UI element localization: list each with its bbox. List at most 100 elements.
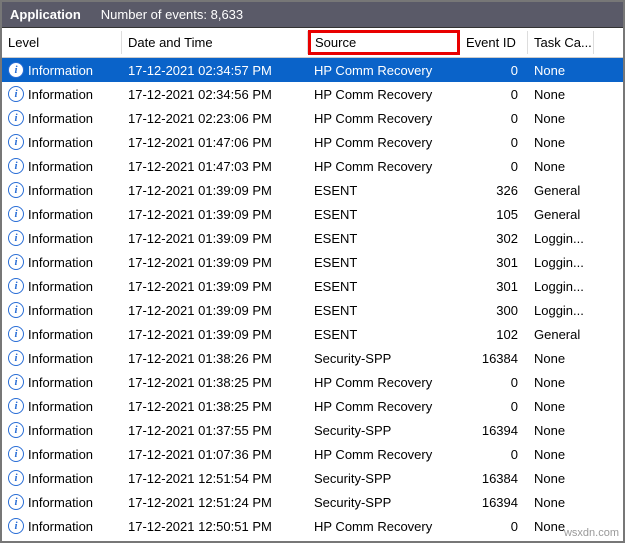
cell-date: 17-12-2021 12:51:24 PM bbox=[122, 493, 308, 512]
table-row[interactable]: iInformation17-12-2021 01:47:06 PMHP Com… bbox=[2, 130, 623, 154]
cell-date: 17-12-2021 01:47:03 PM bbox=[122, 157, 308, 176]
table-row[interactable]: iInformation17-12-2021 01:39:09 PMESENT3… bbox=[2, 298, 623, 322]
table-row[interactable]: iInformation17-12-2021 01:38:25 PMHP Com… bbox=[2, 370, 623, 394]
level-text: Information bbox=[28, 495, 93, 510]
table-row[interactable]: iInformation17-12-2021 01:39:09 PMESENT1… bbox=[2, 202, 623, 226]
cell-event-id: 302 bbox=[460, 229, 528, 248]
cell-level: i Information bbox=[2, 492, 122, 512]
cell-event-id: 301 bbox=[460, 277, 528, 296]
cell-task: Loggin... bbox=[528, 229, 594, 248]
level-text: Information bbox=[28, 255, 93, 270]
table-row[interactable]: iInformation17-12-2021 01:47:03 PMHP Com… bbox=[2, 154, 623, 178]
info-icon: i bbox=[8, 134, 24, 150]
cell-task: None bbox=[528, 157, 594, 176]
cell-event-id: 326 bbox=[460, 181, 528, 200]
cell-level: iInformation bbox=[2, 324, 122, 344]
info-icon: i bbox=[8, 470, 24, 486]
cell-source: ESENT bbox=[308, 277, 460, 296]
cell-date: 17-12-2021 01:38:25 PM bbox=[122, 373, 308, 392]
table-row[interactable]: iInformation17-12-2021 01:39:09 PMESENT1… bbox=[2, 322, 623, 346]
cell-event-id: 300 bbox=[460, 301, 528, 320]
column-source[interactable]: Source bbox=[308, 30, 460, 55]
level-text: Information bbox=[28, 519, 93, 534]
table-row[interactable]: iInformation17-12-2021 01:38:26 PMSecuri… bbox=[2, 346, 623, 370]
cell-date: 17-12-2021 01:39:09 PM bbox=[122, 205, 308, 224]
table-row[interactable]: iInformation17-12-2021 02:34:56 PMHP Com… bbox=[2, 82, 623, 106]
cell-level: iInformation bbox=[2, 84, 122, 104]
cell-level: iInformation bbox=[2, 252, 122, 272]
table-row[interactable]: iInformation17-12-2021 02:34:57 PMHP Com… bbox=[2, 58, 623, 82]
column-date[interactable]: Date and Time bbox=[122, 31, 308, 54]
cell-date: 17-12-2021 02:23:06 PM bbox=[122, 109, 308, 128]
level-text: Information bbox=[28, 399, 93, 414]
cell-date: 17-12-2021 01:38:25 PM bbox=[122, 397, 308, 416]
cell-source: ESENT bbox=[308, 253, 460, 272]
table-row[interactable]: iInformation17-12-2021 12:51:54 PMSecuri… bbox=[2, 466, 623, 490]
cell-event-id: 0 bbox=[460, 517, 528, 536]
cell-task: None bbox=[528, 133, 594, 152]
cell-level: iInformation bbox=[2, 108, 122, 128]
cell-source: HP Comm Recovery bbox=[308, 397, 460, 416]
table-row[interactable]: iInformation17-12-2021 12:51:24 PMSecuri… bbox=[2, 490, 623, 514]
info-icon: i bbox=[8, 350, 24, 366]
cell-level: iInformation bbox=[2, 228, 122, 248]
info-icon: i bbox=[8, 230, 24, 246]
info-icon: i bbox=[8, 494, 24, 510]
table-row[interactable]: iInformation17-12-2021 01:39:09 PMESENT3… bbox=[2, 250, 623, 274]
table-row[interactable]: iInformation17-12-2021 12:50:51 PMHP Com… bbox=[2, 514, 623, 538]
level-text: Information bbox=[28, 351, 93, 366]
cell-task: Loggin... bbox=[528, 253, 594, 272]
table-row[interactable]: iInformation17-12-2021 01:39:09 PMESENT3… bbox=[2, 226, 623, 250]
cell-date: 17-12-2021 01:38:26 PM bbox=[122, 349, 308, 368]
cell-date: 17-12-2021 01:37:55 PM bbox=[122, 421, 308, 440]
cell-event-id: 0 bbox=[460, 109, 528, 128]
table-row[interactable]: iInformation17-12-2021 01:07:36 PMHP Com… bbox=[2, 442, 623, 466]
cell-task: None bbox=[528, 373, 594, 392]
info-icon: i bbox=[8, 446, 24, 462]
cell-date: 17-12-2021 02:34:57 PM bbox=[122, 61, 308, 80]
info-icon: i bbox=[8, 518, 24, 534]
table-row[interactable]: iInformation17-12-2021 01:37:55 PMSecuri… bbox=[2, 418, 623, 442]
table-row[interactable]: iInformation17-12-2021 02:23:06 PMHP Com… bbox=[2, 106, 623, 130]
cell-task: None bbox=[528, 493, 594, 512]
table-row[interactable]: iInformation17-12-2021 01:39:09 PMESENT3… bbox=[2, 274, 623, 298]
cell-event-id: 301 bbox=[460, 253, 528, 272]
cell-level: iInformation bbox=[2, 132, 122, 152]
info-icon: i bbox=[8, 62, 24, 78]
column-level[interactable]: Level bbox=[2, 31, 122, 54]
cell-task: General bbox=[528, 325, 594, 344]
cell-source: HP Comm Recovery bbox=[308, 109, 460, 128]
column-task[interactable]: Task Ca... bbox=[528, 31, 594, 54]
cell-task: None bbox=[528, 445, 594, 464]
table-row[interactable]: i Information 17-12-2021 01:38:25 PMHP Com… bbox=[2, 394, 623, 418]
cell-level: iInformation bbox=[2, 276, 122, 296]
info-icon: i bbox=[8, 398, 24, 414]
cell-level: iInformation bbox=[2, 204, 122, 224]
level-text: Information bbox=[28, 279, 93, 294]
cell-level: iInformation bbox=[2, 300, 122, 320]
cell-level: iInformation bbox=[2, 60, 122, 80]
log-header: Application Number of events: 8,633 bbox=[2, 2, 623, 28]
cell-task: Loggin... bbox=[528, 277, 594, 296]
info-icon: i bbox=[8, 86, 24, 102]
info-icon: i bbox=[8, 158, 24, 174]
cell-task: None bbox=[528, 421, 594, 440]
column-event-id[interactable]: Event ID bbox=[460, 31, 528, 54]
cell-source: HP Comm Recovery bbox=[308, 61, 460, 80]
table-header: Level Date and Time Source Event ID Task… bbox=[2, 28, 623, 58]
cell-date: 17-12-2021 01:39:09 PM bbox=[122, 229, 308, 248]
level-text: Information bbox=[28, 423, 93, 438]
level-text: Information bbox=[28, 303, 93, 318]
cell-level: i Information bbox=[2, 348, 122, 368]
cell-level: i Information bbox=[2, 516, 122, 536]
level-text: Information bbox=[28, 183, 93, 198]
level-text: Information bbox=[28, 159, 93, 174]
cell-event-id: 16384 bbox=[460, 349, 528, 368]
cell-source: ESENT bbox=[308, 325, 460, 344]
level-text: Information bbox=[28, 327, 93, 342]
cell-source: Security-SPP bbox=[308, 421, 460, 440]
cell-source: Security-SPP bbox=[308, 469, 460, 488]
cell-event-id: 0 bbox=[460, 397, 528, 416]
table-row[interactable]: iInformation17-12-2021 01:39:09 PMESENT3… bbox=[2, 178, 623, 202]
event-table: Level Date and Time Source Event ID Task… bbox=[2, 28, 623, 538]
